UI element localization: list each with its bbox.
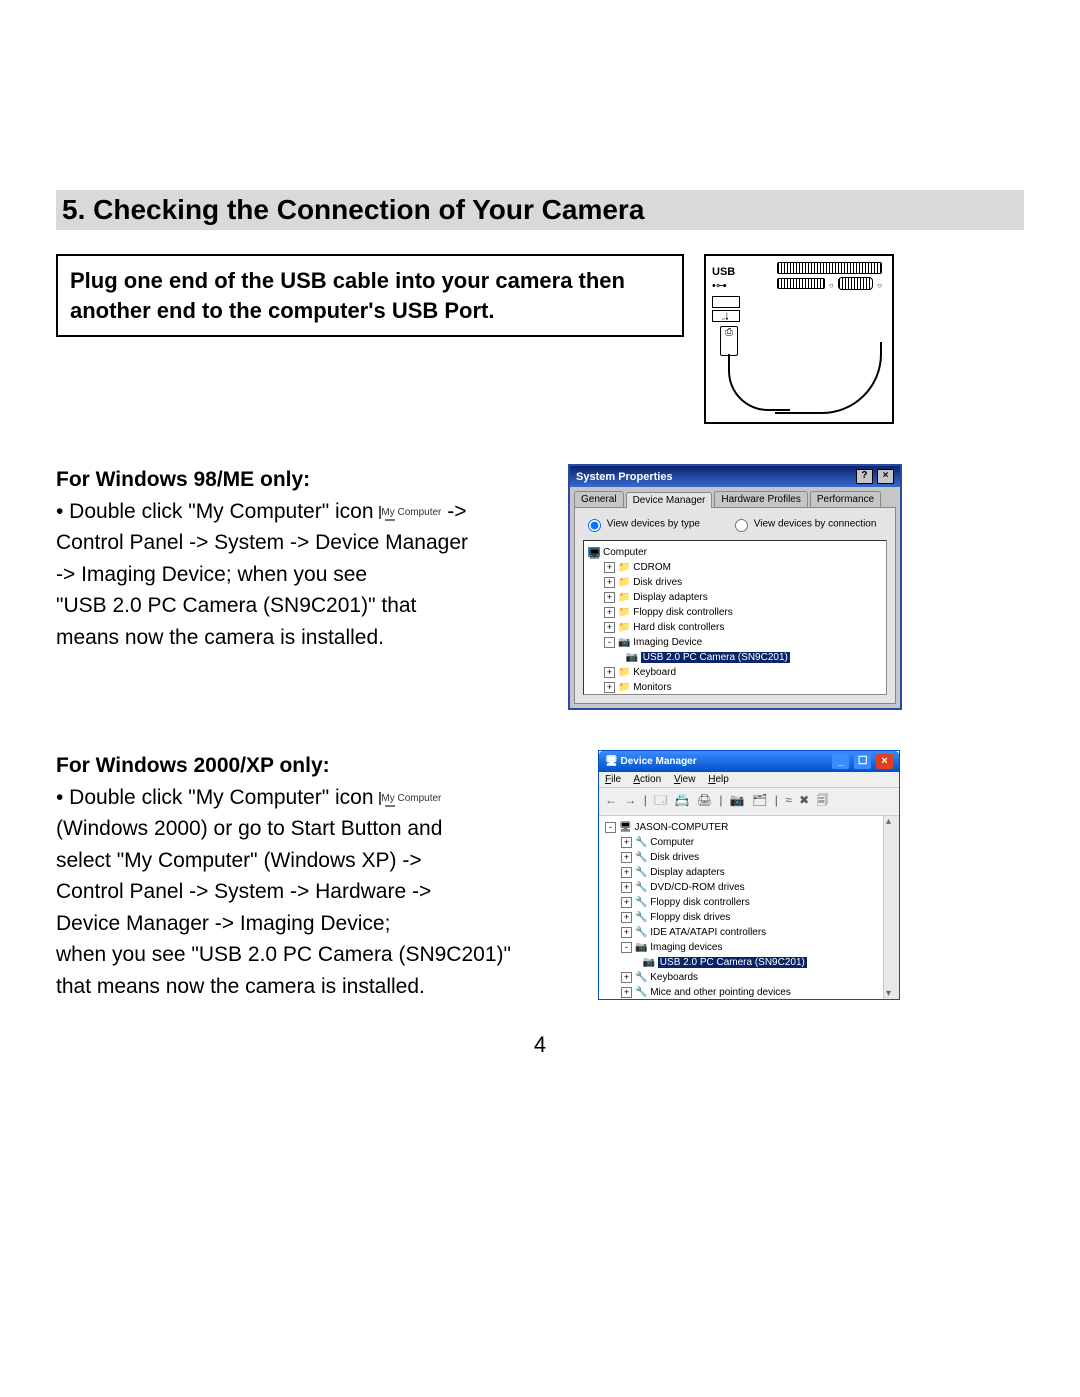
close-button[interactable]: ×: [877, 469, 894, 484]
winxp-instructions: For Windows 2000/XP only: • Double click…: [56, 750, 566, 1002]
tree-item[interactable]: +🔧 Mice and other pointing devices: [621, 985, 893, 999]
close-button[interactable]: ×: [876, 754, 893, 769]
tree-item-camera[interactable]: 📷 USB 2.0 PC Camera (SN9C201): [620, 650, 882, 665]
winxp-line6: when you see "USB 2.0 PC Camera (SN9C201…: [56, 943, 511, 966]
tree-item[interactable]: +🔧 DVD/CD-ROM drives: [621, 880, 893, 895]
tree-item-imaging[interactable]: -📷 Imaging devices 📷 USB 2.0 PC Camera (…: [621, 940, 893, 970]
win98-line1-post: ->: [447, 500, 466, 523]
usb-slots-icon: [712, 296, 886, 322]
winxp-heading: For Windows 2000/XP only:: [56, 754, 330, 777]
winxp-line3: select "My Computer" (Windows XP) ->: [56, 849, 422, 872]
usb-plug-icon: ⎙: [720, 326, 738, 356]
tree-item[interactable]: +📁 Disk drives: [604, 575, 882, 590]
usb-cable-icon: [775, 342, 882, 414]
tree-root[interactable]: 🖥Computer +📁 CDROM+📁 Disk drives+📁 Displ…: [588, 545, 882, 695]
toolbar-icon[interactable]: 📇: [675, 793, 690, 807]
tree-item[interactable]: +🔧 Floppy disk controllers: [621, 895, 893, 910]
tree-item[interactable]: +📁 Floppy disk controllers: [604, 605, 882, 620]
tab-hardware-profiles[interactable]: Hardware Profiles: [714, 491, 807, 507]
back-icon[interactable]: ←: [605, 793, 617, 807]
winxp-line2: (Windows 2000) or go to Start Button and: [56, 817, 442, 840]
toolbar-icon[interactable]: 🗔: [654, 793, 667, 807]
help-button[interactable]: ?: [856, 469, 873, 484]
tree-root[interactable]: -🖥 JASON-COMPUTER +🔧 Computer+🔧 Disk dri…: [605, 820, 893, 999]
winxp-toolbar: ← → | 🗔 📇 🖨 | 📷 🗂 | ≈ ✖ 🗐: [599, 788, 899, 816]
radio-view-by-connection[interactable]: View devices by connection: [730, 516, 876, 532]
winxp-line5: Device Manager -> Imaging Device;: [56, 912, 390, 935]
toolbar-icon[interactable]: 🗂: [752, 793, 767, 807]
scrollbar[interactable]: [883, 816, 899, 999]
win98-line3: -> Imaging Device; when you see: [56, 563, 367, 586]
page-number: 4: [56, 1032, 1024, 1058]
winxp-titlebar: 🖥 Device Manager _ ☐ ×: [599, 751, 899, 772]
system-properties-window: System Properties ? × General Device Man…: [568, 464, 902, 710]
toolbar-icon[interactable]: 🖨: [697, 793, 712, 807]
win98-instructions: For Windows 98/ME only: • Double click "…: [56, 464, 536, 653]
pc-back-ports: ○ ○: [777, 262, 882, 293]
win98-line2: Control Panel -> System -> Device Manage…: [56, 531, 468, 554]
device-manager-window: 🖥 Device Manager _ ☐ × File Action View …: [598, 750, 900, 1000]
tab-device-manager[interactable]: Device Manager: [626, 492, 713, 508]
section-title: 5. Checking the Connection of Your Camer…: [56, 190, 1024, 230]
toolbar-icon[interactable]: 🗐: [817, 793, 829, 807]
tree-item[interactable]: +📁 Monitors: [604, 680, 882, 695]
win98-window-title: System Properties: [576, 471, 673, 483]
win98-device-tree[interactable]: 🖥Computer +📁 CDROM+📁 Disk drives+📁 Displ…: [583, 540, 887, 695]
toolbar-icon[interactable]: ≈: [785, 793, 792, 807]
maximize-button[interactable]: ☐: [854, 754, 871, 769]
tree-item[interactable]: +🔧 Computer: [621, 835, 893, 850]
win98-heading: For Windows 98/ME only:: [56, 468, 310, 491]
tree-item[interactable]: +🔧 Floppy disk drives: [621, 910, 893, 925]
tree-item[interactable]: +📁 Hard disk controllers: [604, 620, 882, 635]
menu-file[interactable]: File: [605, 774, 621, 785]
win98-tabs: General Device Manager Hardware Profiles…: [570, 487, 900, 507]
winxp-device-tree[interactable]: -🖥 JASON-COMPUTER +🔧 Computer+🔧 Disk dri…: [599, 816, 899, 999]
usb-label: USB: [712, 266, 735, 278]
plug-contacts-icon: ▫▫: [722, 316, 729, 323]
win98-line5: means now the camera is installed.: [56, 626, 384, 649]
usb-connection-diagram: USB •⊶ ↓ ▫▫ ⎙ ○ ○: [704, 254, 894, 424]
tab-general[interactable]: General: [574, 491, 624, 507]
menu-action[interactable]: Action: [633, 774, 661, 785]
menu-view[interactable]: View: [674, 774, 696, 785]
win98-line4: "USB 2.0 PC Camera (SN9C201)" that: [56, 594, 416, 617]
toolbar-icon[interactable]: ✖: [799, 793, 809, 807]
tree-item[interactable]: +🔧 IDE ATA/ATAPI controllers: [621, 925, 893, 940]
toolbar-icon[interactable]: 📷: [730, 793, 745, 807]
my-computer-icon: My Computer: [379, 791, 441, 804]
intro-instruction: Plug one end of the USB cable into your …: [56, 254, 684, 337]
winxp-line4: Control Panel -> System -> Hardware ->: [56, 880, 431, 903]
menu-help[interactable]: Help: [708, 774, 729, 785]
usb-cable-icon-2: [728, 354, 790, 411]
win98-line1-pre: • Double click "My Computer" icon: [56, 500, 379, 523]
tree-item-imaging[interactable]: -📷 Imaging Device 📷 USB 2.0 PC Camera (S…: [604, 635, 882, 665]
minimize-button[interactable]: _: [832, 754, 849, 769]
tree-item[interactable]: +📁 Display adapters: [604, 590, 882, 605]
tree-item[interactable]: +📁 CDROM: [604, 560, 882, 575]
win98-titlebar: System Properties ? ×: [570, 466, 900, 487]
tree-item[interactable]: +🔧 Disk drives: [621, 850, 893, 865]
my-computer-icon: My Computer: [379, 505, 441, 518]
tree-item[interactable]: +🔧 Keyboards: [621, 970, 893, 985]
tree-item[interactable]: +📁 Keyboard: [604, 665, 882, 680]
tab-performance[interactable]: Performance: [810, 491, 881, 507]
winxp-window-title: Device Manager: [620, 756, 696, 767]
tree-item[interactable]: +🔧 Display adapters: [621, 865, 893, 880]
radio-view-by-type[interactable]: View devices by type: [583, 516, 700, 532]
winxp-menubar: File Action View Help: [599, 772, 899, 788]
forward-icon[interactable]: →: [624, 793, 636, 807]
tree-item-camera[interactable]: 📷 USB 2.0 PC Camera (SN9C201): [637, 955, 893, 970]
winxp-line1-pre: • Double click "My Computer" icon: [56, 786, 379, 809]
device-manager-icon: 🖥: [605, 756, 620, 767]
winxp-line7: that means now the camera is installed.: [56, 975, 425, 998]
